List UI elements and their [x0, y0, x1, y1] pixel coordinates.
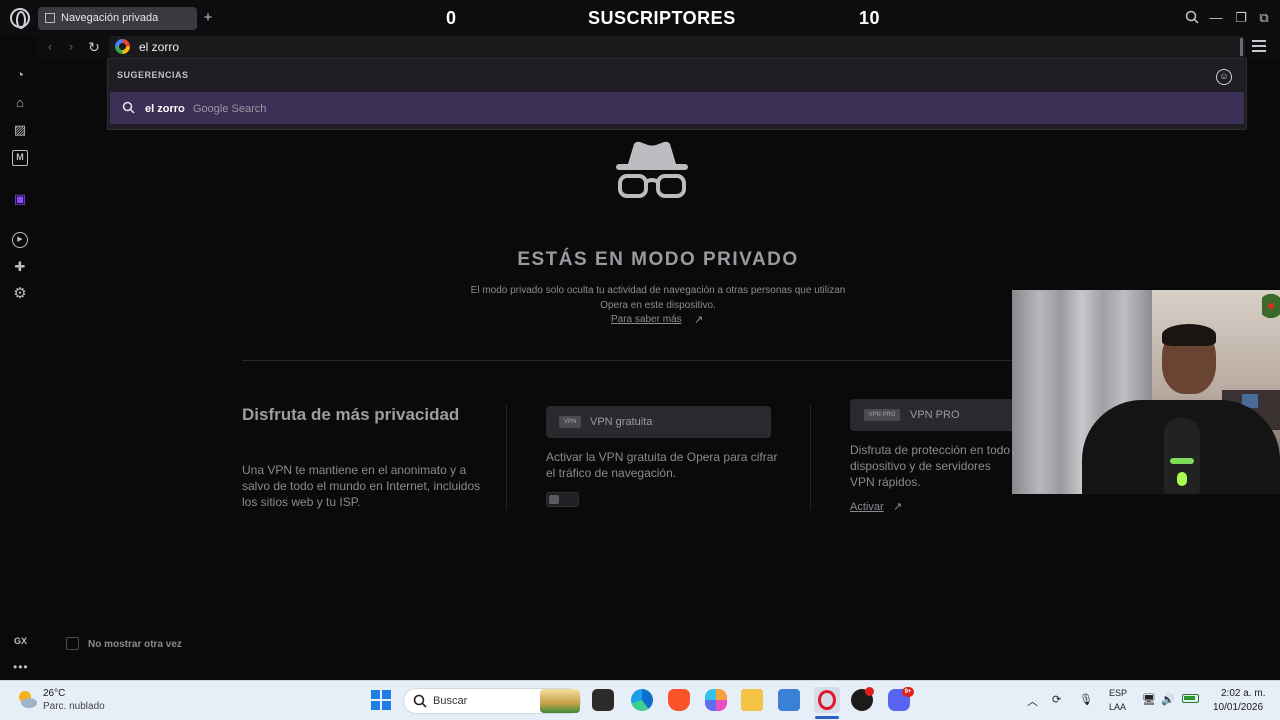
suggestions-header: SUGERENCIAS	[117, 70, 189, 80]
opera-gx-icon	[818, 690, 836, 710]
search-icon	[413, 694, 427, 708]
private-mode-description: El modo privado solo oculta tu actividad…	[470, 285, 846, 311]
messenger-icon[interactable]: M	[12, 150, 28, 166]
divider	[242, 360, 1012, 361]
weather-partly-cloudy-icon[interactable]	[16, 688, 38, 710]
input-language[interactable]: ESP	[1109, 688, 1127, 698]
clock-time[interactable]: 2:02 a. m.	[1221, 688, 1265, 699]
extensions-icon[interactable]: ✚	[12, 259, 28, 275]
webcam-person-hair	[1162, 324, 1216, 346]
promo-title: Disfruta de más privacidad	[242, 405, 460, 424]
wallpaper-icon[interactable]: ▨	[12, 122, 28, 138]
feedback-smiley-icon[interactable]: ☺	[1216, 69, 1232, 85]
address-scrollbar[interactable]	[1240, 38, 1243, 56]
webcam-mic-led	[1177, 472, 1187, 486]
external-link-icon: ↗	[893, 501, 903, 513]
address-input[interactable]	[139, 39, 1139, 55]
copilot-icon[interactable]	[705, 689, 727, 711]
learn-more-link[interactable]: Para saber más	[611, 314, 682, 325]
snap-button[interactable]: ⧉	[1256, 10, 1272, 26]
dont-show-label[interactable]: No mostrar otra vez	[88, 639, 182, 650]
weather-temperature[interactable]: 26°C	[43, 688, 65, 699]
windows-start-icon[interactable]	[371, 690, 391, 710]
show-hidden-icons-chevron-icon[interactable]: ︿	[1027, 693, 1038, 709]
volume-icon[interactable]: 🔊	[1161, 693, 1175, 706]
incognito-hat-icon	[614, 140, 690, 202]
player-icon[interactable]: ▶	[12, 232, 28, 248]
reload-button[interactable]: ↻	[87, 38, 101, 56]
brave-icon[interactable]	[668, 689, 690, 711]
suggestion-separator: -	[182, 103, 186, 115]
network-icon[interactable]: 🖥	[1142, 693, 1156, 706]
back-button[interactable]: ‹	[43, 38, 57, 56]
subscriber-count-left: 0	[446, 8, 457, 28]
vpn-pro-description: Disfruta de protección en todo dispositi…	[850, 443, 1011, 489]
more-options-icon[interactable]: •••	[13, 660, 29, 674]
subscribers-title: SUSCRIPTORES	[588, 8, 736, 28]
google-icon	[115, 39, 130, 54]
subscriber-count-right: 10	[859, 8, 881, 28]
notification-badge	[865, 687, 874, 696]
vpn-toggle[interactable]	[546, 492, 579, 507]
vpn-free-description: Activar la VPN gratuita de Opera para ci…	[546, 450, 778, 480]
task-view-icon[interactable]	[592, 689, 614, 711]
screen: Navegación privada + 0 SUSCRIPTORES 10 —…	[0, 0, 1280, 720]
webcam-overlay	[1012, 290, 1280, 494]
sync-icon[interactable]: ⟳	[1052, 693, 1061, 706]
opera-logo-icon[interactable]	[10, 8, 30, 29]
speed-dial-icon[interactable]: ◔	[12, 67, 28, 83]
gx-label[interactable]: GX	[14, 636, 27, 646]
tab-private-browsing[interactable]: Navegación privada	[38, 7, 197, 30]
suggestion-query: el zorro	[145, 103, 185, 115]
forward-button[interactable]: ›	[64, 38, 78, 56]
private-mode-title: ESTÁS EN MODO PRIVADO	[517, 249, 799, 270]
vscode-icon[interactable]	[778, 689, 800, 711]
vpn-pro-label: VPN PRO	[910, 409, 960, 421]
input-layout[interactable]: LAA	[1109, 702, 1126, 712]
dont-show-checkbox[interactable]	[66, 637, 79, 650]
suggestion-source: Google Search	[193, 103, 267, 115]
new-tab-button[interactable]: +	[201, 10, 215, 26]
file-explorer-icon[interactable]	[741, 689, 763, 711]
maximize-button[interactable]: ❐	[1233, 10, 1249, 26]
tab-grid-icon	[45, 13, 55, 23]
edge-icon[interactable]	[631, 689, 653, 711]
search-icon	[122, 101, 135, 114]
vpn-badge-icon: VPN	[559, 416, 581, 428]
weather-description[interactable]: Parc. nublado	[43, 701, 105, 712]
window-search-icon[interactable]	[1184, 10, 1200, 26]
taskbar-search-label: Buscar	[433, 695, 468, 707]
settings-icon[interactable]: ⚙	[12, 286, 28, 302]
active-app-indicator	[815, 716, 839, 719]
suggestion-row-google-search[interactable]	[110, 92, 1244, 124]
shopping-icon[interactable]: ⌂	[12, 95, 28, 111]
easy-setup-menu-icon[interactable]	[1252, 40, 1266, 52]
vpn-free-label: VPN gratuita	[590, 416, 653, 428]
microphone-icon[interactable]: 🎙	[1079, 693, 1093, 706]
discord-notification-badge: 9+	[902, 687, 914, 697]
battery-icon[interactable]	[1182, 694, 1199, 703]
vpn-pro-badge-icon: VPN PRO	[864, 409, 900, 421]
minimize-button[interactable]: —	[1208, 10, 1224, 26]
webcam-mic-ring	[1170, 458, 1194, 464]
search-highlight-image	[540, 689, 580, 713]
activate-link[interactable]: Activar	[850, 501, 884, 513]
tab-label: Navegación privada	[61, 12, 159, 24]
column-divider	[506, 405, 507, 510]
column-divider	[810, 405, 811, 510]
twitch-icon[interactable]: ▣	[12, 191, 28, 207]
external-link-icon: ↗	[694, 314, 704, 326]
promo-description: Una VPN te mantiene en el anonimato y a …	[242, 463, 481, 509]
clock-date[interactable]: 10/01/2026	[1213, 702, 1263, 713]
webcam-plant	[1262, 294, 1280, 324]
